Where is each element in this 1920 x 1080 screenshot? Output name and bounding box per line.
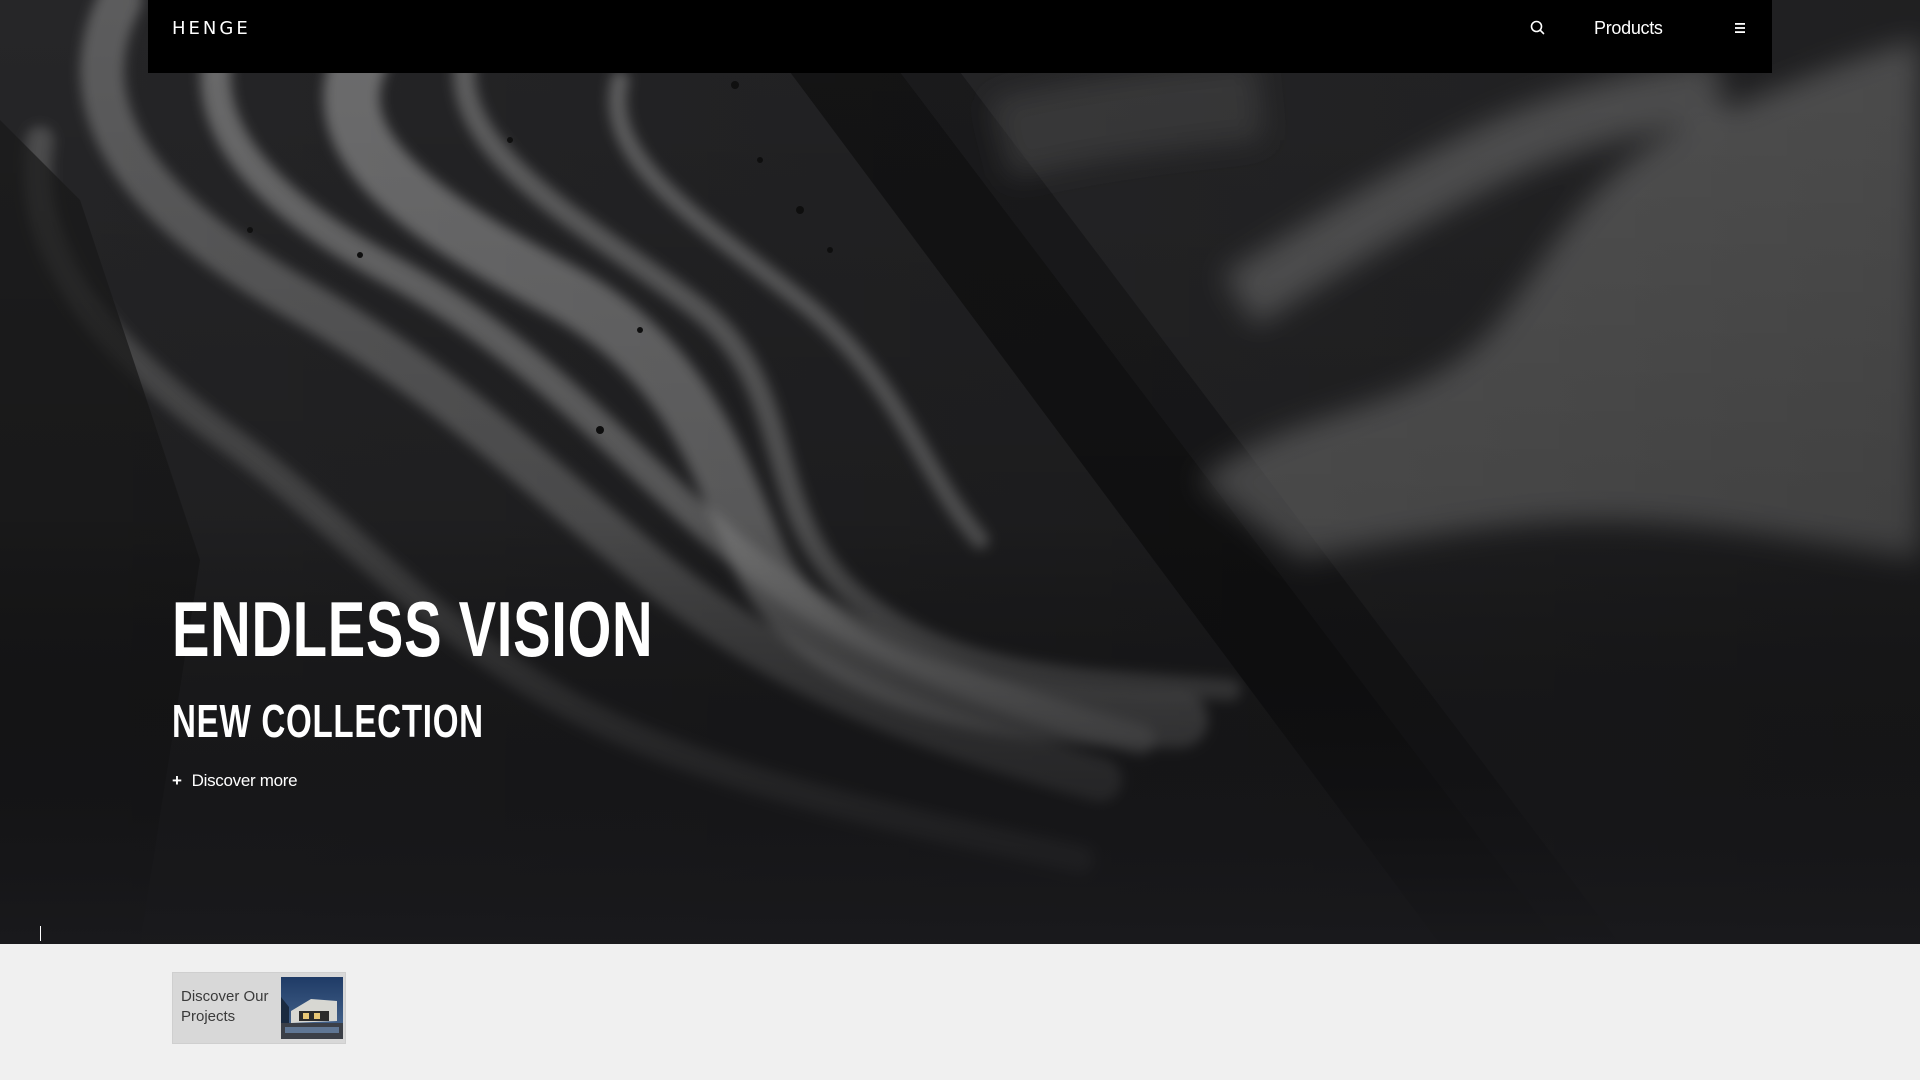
slide-progress-indicator [40,926,41,941]
hamburger-menu-icon[interactable] [1732,20,1748,36]
discover-more-label: Discover more [191,771,298,790]
discover-projects-card[interactable]: Discover Our Projects [172,972,346,1044]
discover-projects-label: Discover Our Projects [181,988,269,1025]
plus-icon: + [172,771,182,790]
brand-logo[interactable]: HENGE [172,18,251,39]
hero-section: HENGE Products ENDLESS VISION NEW COLLEC… [0,0,1920,944]
hero-subtitle: NEW COLLECTION [172,695,484,747]
hero-background-image [0,0,1920,944]
hero-title: ENDLESS VISION [172,585,654,673]
top-navigation-bar: HENGE Products [148,0,1772,73]
search-icon[interactable] [1528,18,1548,38]
projects-thumbnail-image [281,977,343,1039]
products-menu-link[interactable]: Products [1594,18,1663,39]
discover-more-link[interactable]: + Discover more [172,771,298,791]
page: HENGE Products ENDLESS VISION NEW COLLEC… [0,0,1920,1080]
